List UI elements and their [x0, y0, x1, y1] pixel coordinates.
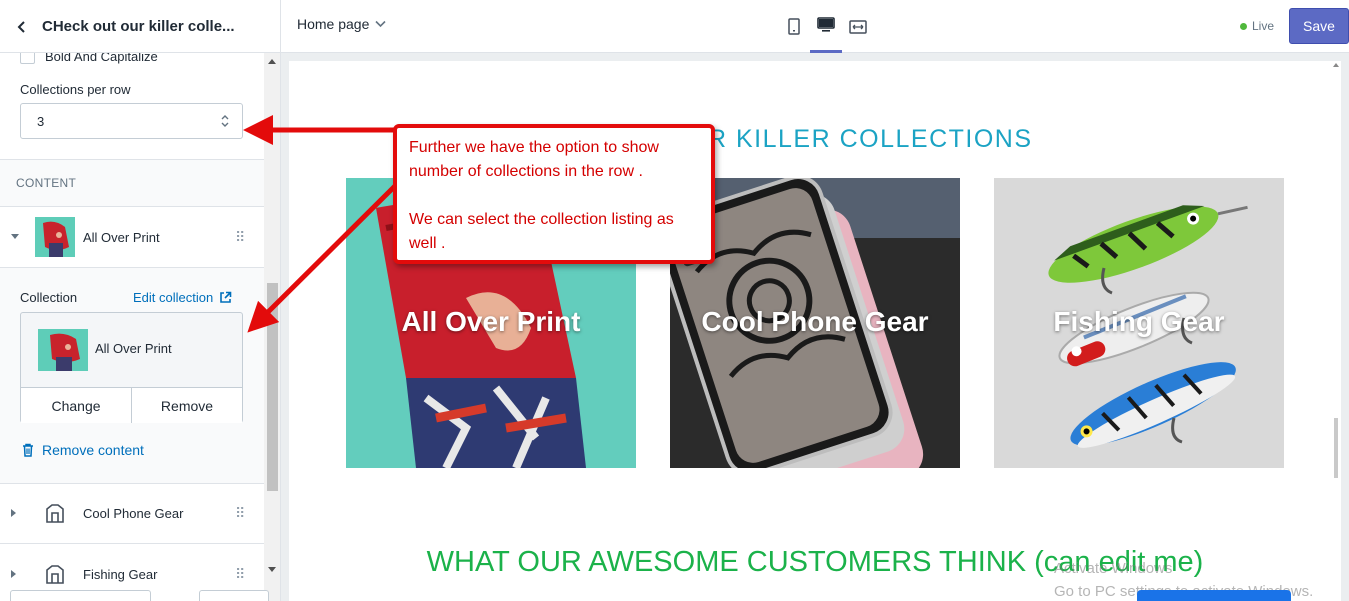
- footer-button[interactable]: [199, 590, 269, 601]
- sidebar-footer: [0, 586, 280, 601]
- page-selector[interactable]: Home page: [297, 16, 386, 32]
- block-label: All Over Print: [83, 229, 160, 245]
- collection-label: Collection: [20, 290, 78, 305]
- bold-capitalize-option[interactable]: Bold And Capitalize: [20, 53, 158, 64]
- collections-per-row-label: Collections per row: [20, 82, 131, 97]
- annotation-text-1: Further we have the option to show numbe…: [409, 139, 659, 180]
- block-all-over-print[interactable]: All Over Print ⠿: [0, 207, 264, 267]
- collection-icon: [46, 504, 64, 523]
- remove-collection-button[interactable]: Remove: [131, 388, 242, 423]
- drag-handle-icon[interactable]: ⠿: [235, 566, 245, 583]
- block-cool-phone-gear[interactable]: Cool Phone Gear ⠿: [0, 483, 264, 543]
- remove-content-label: Remove content: [42, 442, 144, 458]
- mobile-view-button[interactable]: [778, 0, 810, 53]
- chevron-down-icon: [375, 20, 386, 28]
- collection-card-title: All Over Print: [401, 306, 581, 337]
- annotation-callout: Further we have the option to show numbe…: [393, 124, 715, 264]
- settings-sidebar: Bold And Capitalize Collections per row …: [0, 53, 281, 601]
- edit-collection-link[interactable]: Edit collection: [133, 290, 232, 305]
- desktop-icon: [817, 17, 835, 32]
- caret-down-icon[interactable]: [10, 233, 20, 241]
- page-selector-label: Home page: [297, 16, 370, 32]
- section-title: CHeck out our killer colle...: [42, 18, 235, 35]
- scroll-down-icon[interactable]: [268, 567, 276, 572]
- selected-collection-card: All Over Print Change Remove: [20, 312, 243, 423]
- live-status: Live: [1240, 19, 1274, 33]
- collection-thumbnail: [38, 329, 88, 371]
- change-collection-button[interactable]: Change: [21, 388, 131, 423]
- bold-capitalize-checkbox[interactable]: [20, 53, 35, 64]
- collection-actions: Change Remove: [21, 387, 242, 423]
- sidebar-scrollbar[interactable]: [264, 53, 280, 601]
- content-section-heading: CONTENT: [0, 160, 264, 206]
- annotation-text-2: We can select the collection listing as …: [409, 211, 674, 252]
- collection-card-title: Cool Phone Gear: [701, 306, 929, 337]
- bold-capitalize-label: Bold And Capitalize: [45, 53, 158, 64]
- drag-handle-icon[interactable]: ⠿: [235, 229, 245, 246]
- block-settings-panel: Collection Edit collection All Over Prin…: [0, 268, 264, 483]
- collections-per-row-value: 3: [37, 113, 45, 129]
- collections-per-row-select[interactable]: 3: [20, 103, 243, 139]
- sidebar-header: CHeck out our killer colle...: [0, 0, 281, 53]
- block-label: Fishing Gear: [83, 566, 158, 582]
- sidebar-content: Bold And Capitalize Collections per row …: [0, 53, 264, 601]
- live-label: Live: [1252, 19, 1275, 33]
- mobile-icon: [788, 18, 800, 35]
- device-switcher: [778, 0, 874, 53]
- partial-button[interactable]: [1137, 590, 1291, 601]
- drag-handle-icon[interactable]: ⠿: [235, 505, 245, 522]
- remove-content-link[interactable]: Remove content: [22, 442, 144, 458]
- footer-button[interactable]: [10, 590, 151, 601]
- desktop-view-button[interactable]: [810, 0, 842, 53]
- caret-right-icon[interactable]: [10, 508, 18, 518]
- scroll-thumb[interactable]: [1334, 418, 1338, 478]
- block-label: Cool Phone Gear: [83, 505, 184, 521]
- live-dot-icon: [1240, 22, 1247, 30]
- trash-icon: [23, 443, 33, 457]
- collection-icon: [46, 565, 64, 584]
- scroll-thumb[interactable]: [267, 283, 278, 491]
- select-arrows-icon: [221, 115, 229, 127]
- scroll-up-icon[interactable]: [268, 59, 276, 64]
- top-bar: CHeck out our killer colle... Home page …: [0, 0, 1349, 53]
- fullscreen-view-button[interactable]: [842, 0, 874, 53]
- scroll-up-icon[interactable]: [1333, 63, 1339, 67]
- all-over-print-thumbnail: [35, 217, 75, 257]
- watermark-line: Activate Windows: [1054, 560, 1173, 577]
- save-button[interactable]: Save: [1289, 8, 1349, 44]
- external-link-icon: [220, 291, 232, 303]
- fullscreen-icon: [849, 19, 867, 34]
- back-arrow-icon[interactable]: [14, 19, 30, 35]
- preview-scrollbar[interactable]: [1333, 53, 1341, 601]
- edit-collection-label: Edit collection: [133, 290, 214, 305]
- caret-right-icon[interactable]: [10, 569, 18, 579]
- collection-card-title: Fishing Gear: [1053, 306, 1225, 337]
- collection-card-fishing-gear[interactable]: Fishing Gear: [994, 178, 1284, 468]
- selected-collection-name: All Over Print: [95, 341, 172, 356]
